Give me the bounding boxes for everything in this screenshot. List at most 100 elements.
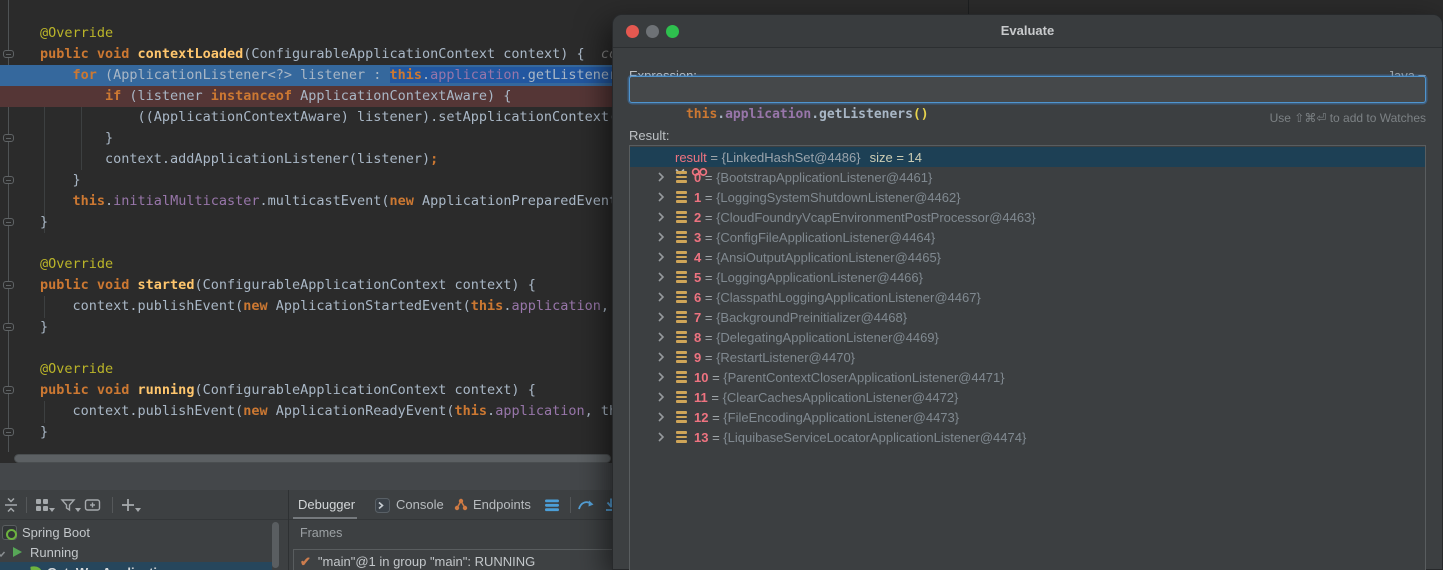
dialog-title: Evaluate	[613, 23, 1442, 38]
frames-list: ✔"main"@1 in group "main": RUNNING	[293, 549, 623, 570]
item-index: 11	[694, 390, 708, 405]
spring-leaf-icon	[30, 565, 42, 570]
chevron-right-icon[interactable]	[655, 171, 667, 186]
chevron-right-icon[interactable]	[655, 211, 667, 226]
chevron-right-icon[interactable]	[655, 191, 667, 206]
filter-icon[interactable]	[60, 497, 76, 513]
result-item-row[interactable]: 4 = {AnsiOutputApplicationListener@4465}	[630, 247, 1425, 267]
chevron-right-icon[interactable]	[655, 311, 667, 326]
collection-element-icon	[676, 331, 687, 343]
collection-element-icon	[676, 171, 687, 183]
result-item-row[interactable]: 2 = {CloudFoundryVcapEnvironmentPostProc…	[630, 207, 1425, 227]
item-value: {ConfigFileApplicationListener@4464}	[716, 230, 935, 245]
tab-endpoints[interactable]: Endpoints	[473, 497, 531, 512]
item-index: 4	[694, 250, 701, 265]
item-value: {DelegatingApplicationListener@4469}	[716, 330, 939, 345]
dialog-titlebar[interactable]: Evaluate	[613, 15, 1442, 48]
item-index: 0	[694, 170, 701, 185]
checkmark-icon: ✔	[300, 554, 311, 569]
item-value: {AnsiOutputApplicationListener@4465}	[716, 250, 941, 265]
tree-item-gateway-application[interactable]: GateWayApplication	[0, 562, 272, 570]
result-item-row[interactable]: 9 = {RestartListener@4470}	[630, 347, 1425, 367]
chevron-right-icon[interactable]	[655, 291, 667, 306]
chevron-right-icon[interactable]	[655, 391, 667, 406]
result-item-row[interactable]: 13 = {LiquibaseServiceLocatorApplication…	[630, 427, 1425, 447]
result-item-row[interactable]: 1 = {LoggingSystemShutdownListener@4462}	[630, 187, 1425, 207]
panel-divider[interactable]	[288, 490, 289, 570]
chevron-right-icon[interactable]	[655, 351, 667, 366]
tree-item-label: GateWayApplication	[47, 565, 173, 570]
result-size: size = 14	[870, 150, 922, 165]
collection-element-icon	[676, 391, 687, 403]
selected-tab-underline	[293, 517, 357, 519]
frame-row-main-thread[interactable]: ✔"main"@1 in group "main": RUNNING	[300, 554, 535, 570]
toolbar-separator	[570, 497, 571, 513]
tab-console[interactable]: Console	[396, 497, 444, 512]
item-value: {RestartListener@4470}	[716, 350, 855, 365]
item-value: {ParentContextCloserApplicationListener@…	[723, 370, 1004, 385]
run-icon	[13, 547, 22, 557]
expression-input[interactable]: this.application.getListeners()	[629, 76, 1426, 103]
add-icon[interactable]	[120, 497, 136, 513]
tree-item-running[interactable]: Running	[0, 542, 272, 562]
step-over-icon[interactable]	[577, 497, 593, 513]
collection-element-icon	[676, 411, 687, 423]
collection-element-icon	[676, 271, 687, 283]
view-options-icon[interactable]	[34, 497, 50, 513]
chevron-right-icon[interactable]	[655, 231, 667, 246]
chevron-right-icon[interactable]	[655, 431, 667, 446]
evaluate-dialog: Evaluate Expression: Java this.applicati…	[612, 14, 1443, 570]
chevron-down-icon[interactable]	[0, 547, 6, 562]
item-value: {LoggingSystemShutdownListener@4462}	[716, 190, 960, 205]
result-root-row[interactable]: result = {LinkedHashSet@4486}size = 14	[630, 147, 1425, 167]
item-index: 2	[694, 210, 701, 225]
new-watch-icon[interactable]	[84, 497, 100, 513]
tree-item-spring-boot[interactable]: Spring Boot	[0, 522, 272, 542]
item-index: 5	[694, 270, 701, 285]
tab-debugger[interactable]: Debugger	[298, 497, 355, 512]
item-index: 10	[694, 370, 708, 385]
frames-header: Frames	[300, 526, 342, 540]
editor-split-divider	[968, 0, 969, 14]
item-value: {ClasspathLoggingApplicationListener@446…	[716, 290, 981, 305]
console-icon	[375, 498, 391, 514]
result-item-row[interactable]: 11 = {ClearCachesApplicationListener@447…	[630, 387, 1425, 407]
collection-element-icon	[676, 351, 687, 363]
horizontal-scrollbar[interactable]	[14, 454, 611, 463]
result-item-row[interactable]: 0 = {BootstrapApplicationListener@4461}	[630, 167, 1425, 187]
threads-view-icon[interactable]	[544, 497, 560, 513]
item-index: 12	[694, 410, 708, 425]
chevron-right-icon[interactable]	[655, 331, 667, 346]
collection-element-icon	[676, 211, 687, 223]
collapse-panel-icon[interactable]	[3, 497, 19, 513]
result-item-row[interactable]: 7 = {BackgroundPreinitializer@4468}	[630, 307, 1425, 327]
toolbar-separator	[26, 497, 27, 513]
result-item-row[interactable]: 5 = {LoggingApplicationListener@4466}	[630, 267, 1425, 287]
collection-element-icon	[676, 371, 687, 383]
chevron-right-icon[interactable]	[655, 271, 667, 286]
tree-scrollbar[interactable]	[272, 522, 279, 568]
toolbar-separator	[112, 497, 113, 513]
item-index: 7	[694, 310, 701, 325]
item-index: 8	[694, 330, 701, 345]
tree-item-label: Spring Boot	[22, 525, 90, 540]
result-item-row[interactable]: 3 = {ConfigFileApplicationListener@4464}	[630, 227, 1425, 247]
item-index: 13	[694, 430, 708, 445]
chevron-right-icon[interactable]	[655, 411, 667, 426]
result-item-row[interactable]: 12 = {FileEncodingApplicationListener@44…	[630, 407, 1425, 427]
result-item-row[interactable]: 8 = {DelegatingApplicationListener@4469}	[630, 327, 1425, 347]
collection-element-icon	[676, 311, 687, 323]
chevron-right-icon[interactable]	[655, 371, 667, 386]
tree-item-label: Running	[30, 545, 78, 560]
item-value: {LoggingApplicationListener@4466}	[716, 270, 923, 285]
chevron-right-icon[interactable]	[655, 251, 667, 266]
result-item-row[interactable]: 6 = {ClasspathLoggingApplicationListener…	[630, 287, 1425, 307]
result-tree: result = {LinkedHashSet@4486}size = 14 0…	[629, 145, 1426, 570]
result-item-row[interactable]: 10 = {ParentContextCloserApplicationList…	[630, 367, 1425, 387]
item-value: {ClearCachesApplicationListener@4472}	[723, 390, 959, 405]
collection-element-icon	[676, 291, 687, 303]
result-label: Result:	[629, 128, 669, 143]
item-index: 3	[694, 230, 701, 245]
expression-text: this.application.getListeners()	[686, 107, 929, 122]
item-value: {BackgroundPreinitializer@4468}	[716, 310, 907, 325]
